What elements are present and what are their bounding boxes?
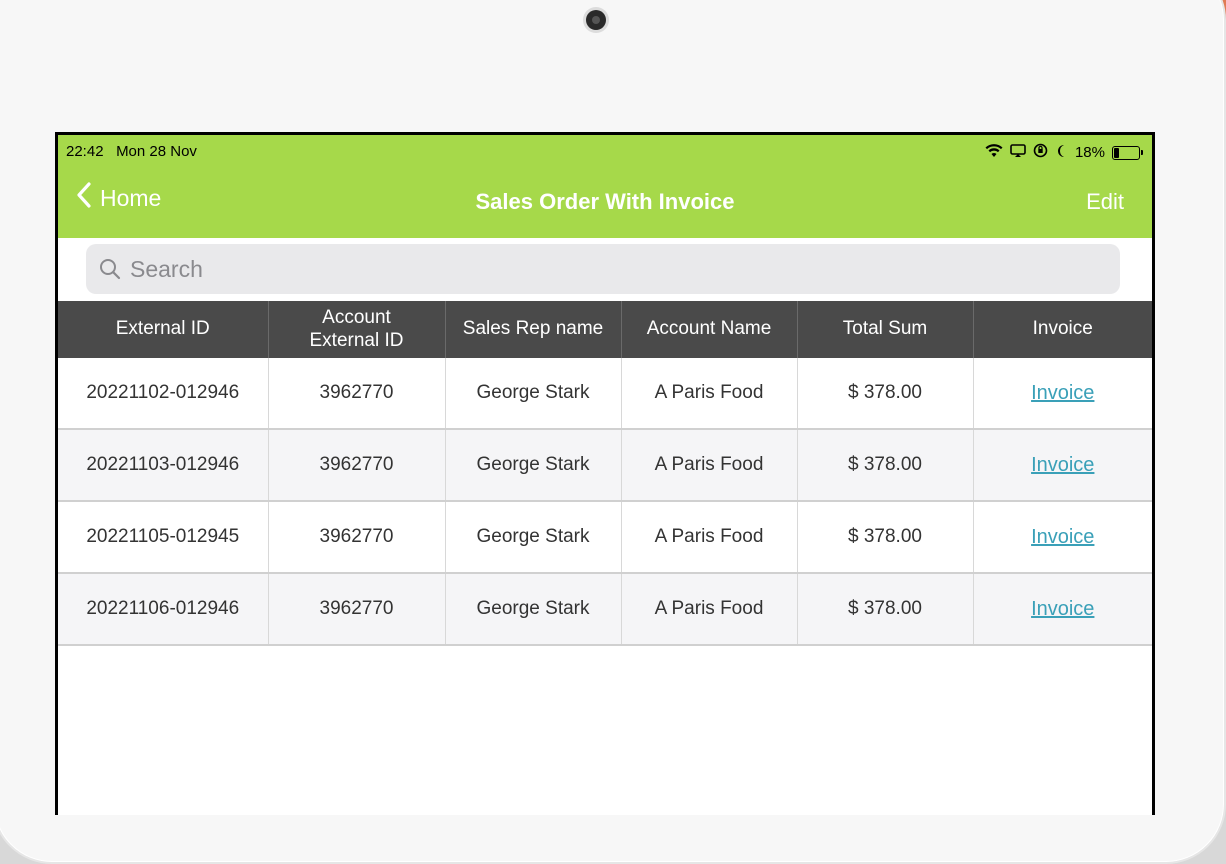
- screen-mirror-icon: [1010, 143, 1026, 162]
- column-header-total-sum[interactable]: Total Sum: [797, 301, 974, 358]
- column-header-account-name[interactable]: Account Name: [621, 301, 798, 358]
- table-row[interactable]: 20221103-012946 3962770 George Stark A P…: [58, 429, 1152, 502]
- cell-account-external-id: 3962770: [268, 358, 446, 430]
- cell-account-name: A Paris Food: [621, 358, 798, 430]
- navigation-bar: Home Sales Order With Invoice Edit: [58, 181, 1152, 225]
- status-icons: 18%: [985, 143, 1143, 162]
- orders-table: External ID Account External ID Sales Re…: [58, 301, 1152, 646]
- cell-external-id: 20221103-012946: [58, 429, 269, 502]
- column-header-account-external-id[interactable]: Account External ID: [268, 301, 446, 358]
- column-header-external-id[interactable]: External ID: [58, 301, 269, 358]
- status-bar: 22:42 Mon 28 Nov 18%: [58, 135, 1152, 169]
- table-header-row: External ID Account External ID Sales Re…: [58, 301, 1152, 358]
- table-row[interactable]: 20221105-012945 3962770 George Stark A P…: [58, 501, 1152, 574]
- page-title: Sales Order With Invoice: [475, 189, 735, 214]
- column-header-sales-rep[interactable]: Sales Rep name: [445, 301, 622, 358]
- cell-account-name: A Paris Food: [621, 429, 798, 502]
- column-header-invoice[interactable]: Invoice: [973, 301, 1152, 358]
- app-screen: 22:42 Mon 28 Nov 18% Home Sales Order Wi…: [55, 132, 1155, 815]
- cell-invoice: Invoice: [973, 573, 1152, 646]
- battery-icon: [1112, 145, 1143, 160]
- search-field[interactable]: [86, 244, 1120, 294]
- search-icon: [98, 257, 122, 281]
- battery-percent: 18%: [1074, 144, 1105, 161]
- cell-external-id: 20221106-012946: [58, 573, 269, 646]
- cell-invoice: Invoice: [973, 358, 1152, 430]
- cell-account-name: A Paris Food: [621, 573, 798, 646]
- cell-total-sum: $ 378.00: [797, 358, 974, 430]
- cell-sales-rep: George Stark: [445, 501, 622, 574]
- column-header-line: External ID: [309, 329, 404, 351]
- status-clock: 22:42 Mon 28 Nov: [66, 143, 197, 160]
- invoice-link[interactable]: Invoice: [1031, 526, 1094, 548]
- invoice-link[interactable]: Invoice: [1031, 598, 1094, 620]
- status-time: 22:42: [66, 143, 104, 160]
- cell-invoice: Invoice: [973, 429, 1152, 502]
- cell-account-name: A Paris Food: [621, 501, 798, 574]
- cell-sales-rep: George Stark: [445, 429, 622, 502]
- search-input[interactable]: [128, 254, 1032, 284]
- cell-account-external-id: 3962770: [268, 573, 446, 646]
- invoice-link[interactable]: Invoice: [1031, 454, 1094, 476]
- table-row[interactable]: 20221106-012946 3962770 George Stark A P…: [58, 573, 1152, 646]
- cell-external-id: 20221102-012946: [58, 358, 269, 430]
- status-date: Mon 28 Nov: [116, 143, 197, 160]
- column-header-line: Account: [322, 306, 391, 328]
- cell-account-external-id: 3962770: [268, 501, 446, 574]
- cell-sales-rep: George Stark: [445, 573, 622, 646]
- table-row[interactable]: 20221102-012946 3962770 George Stark A P…: [58, 358, 1152, 430]
- cell-external-id: 20221105-012945: [58, 501, 269, 574]
- cell-sales-rep: George Stark: [445, 358, 622, 430]
- cell-invoice: Invoice: [973, 501, 1152, 574]
- edit-button[interactable]: Edit: [1086, 189, 1124, 215]
- cell-total-sum: $ 378.00: [797, 429, 974, 502]
- cell-account-external-id: 3962770: [268, 429, 446, 502]
- cell-total-sum: $ 378.00: [797, 501, 974, 574]
- orientation-lock-icon: [1033, 143, 1048, 162]
- wifi-icon: [985, 143, 1003, 162]
- search-bar: [58, 238, 1152, 301]
- invoice-link[interactable]: Invoice: [1031, 382, 1094, 404]
- cell-total-sum: $ 378.00: [797, 573, 974, 646]
- camera-icon: [586, 10, 606, 30]
- moon-icon: [1055, 144, 1068, 162]
